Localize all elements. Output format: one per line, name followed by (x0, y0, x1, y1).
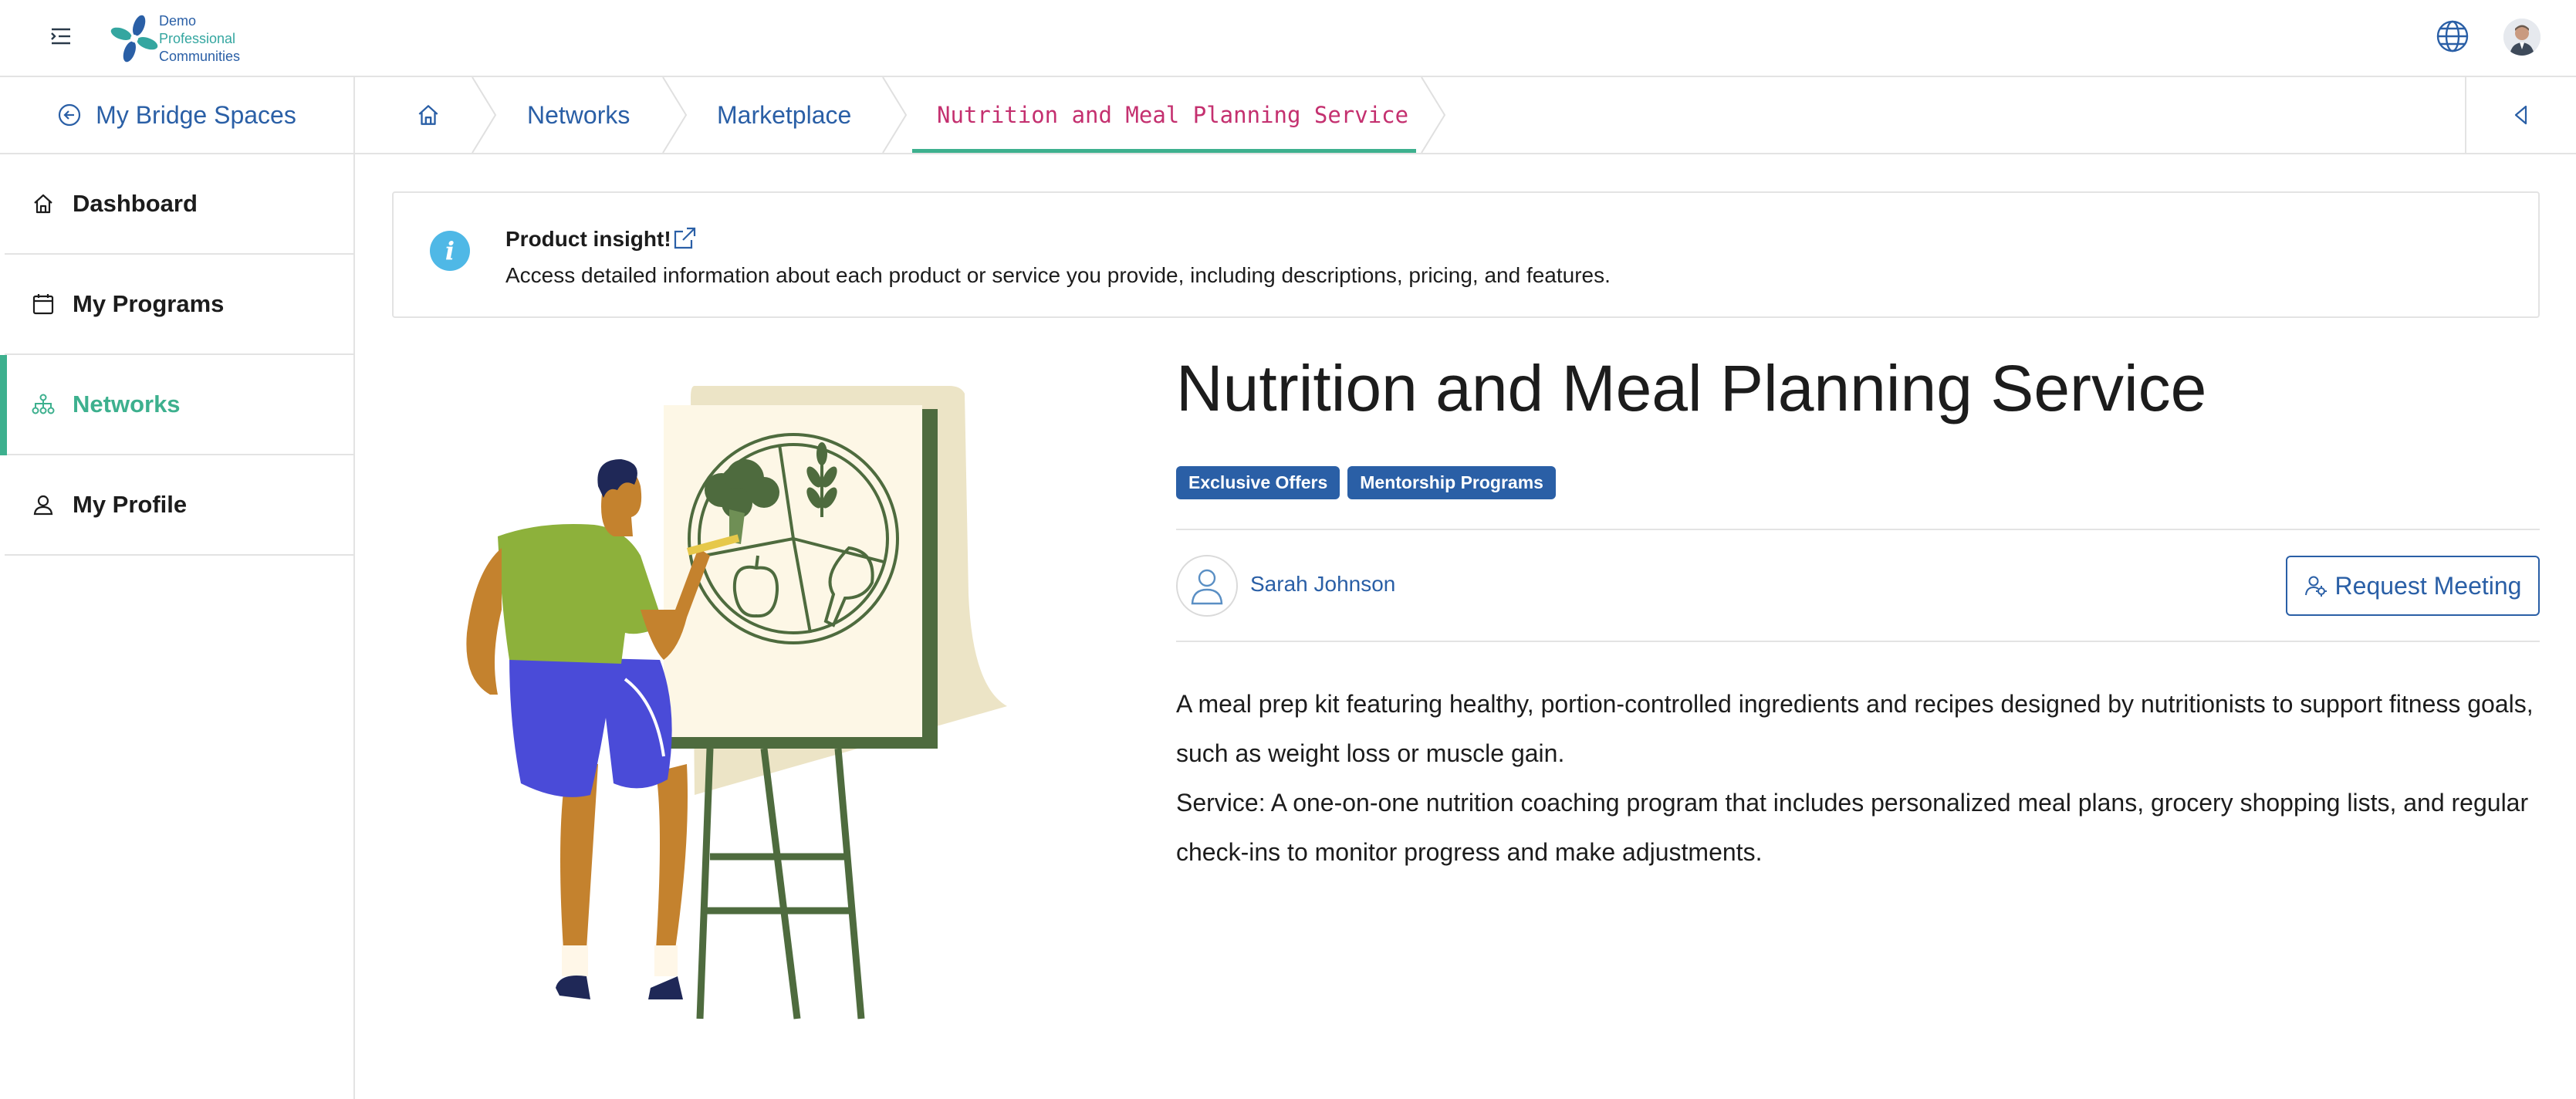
user-icon (1191, 569, 1223, 605)
sidebar-item-my-profile[interactable]: My Profile (5, 455, 353, 556)
description-paragraph: Service: A one-on-one nutrition coaching… (1176, 789, 2529, 866)
sidebar-item-dashboard[interactable]: Dashboard (5, 154, 353, 255)
collapse-panel-button[interactable] (2465, 77, 2576, 153)
home-icon (34, 194, 52, 214)
logo-text: Demo Professional Communities (159, 12, 240, 66)
owner-avatar[interactable] (1176, 555, 1238, 617)
info-icon: i (430, 231, 470, 271)
sidebar-item-label: My Programs (73, 290, 225, 317)
divider (1176, 529, 2540, 530)
owner-name-link[interactable]: Sarah Johnson (1250, 572, 1395, 597)
sidebar-item-label: Networks (73, 391, 181, 418)
tag-badge[interactable]: Mentorship Programs (1347, 466, 1556, 499)
nutrition-planning-illustration (466, 386, 1007, 1020)
breadcrumb-marketplace[interactable]: Marketplace (717, 77, 851, 153)
user-icon (33, 495, 53, 516)
external-link-icon[interactable] (671, 225, 698, 252)
request-meeting-label: Request Meeting (2334, 571, 2522, 600)
menu-toggle-icon[interactable] (48, 23, 74, 49)
insight-title: Product insight! (505, 227, 671, 251)
top-bar: Demo Professional Communities (0, 0, 2576, 77)
breadcrumb-separator-icon (472, 77, 497, 153)
breadcrumb-active-underline (912, 149, 1416, 153)
divider (1176, 641, 2540, 642)
breadcrumb-separator-icon (882, 77, 908, 153)
breadcrumb-separator-icon (662, 77, 688, 153)
product-title: Nutrition and Meal Planning Service (1176, 352, 2207, 424)
product-insight-banner: i Product insight! Access detailed infor… (392, 191, 2540, 318)
logo-line-1: Demo (159, 13, 197, 29)
user-settings-icon (2304, 576, 2327, 597)
logo-line-2: Professional (159, 31, 236, 46)
back-link-label: My Bridge Spaces (96, 100, 296, 129)
sidebar-item-label: Dashboard (73, 190, 198, 217)
sidebar: My Bridge Spaces Dashboard My Programs N… (0, 77, 355, 1099)
sidebar-item-label: My Profile (73, 491, 188, 518)
calendar-icon (32, 294, 54, 315)
sidebar-item-my-programs[interactable]: My Programs (5, 255, 353, 355)
tag-badge[interactable]: Exclusive Offers (1176, 466, 1340, 499)
user-avatar[interactable] (2503, 19, 2541, 56)
request-meeting-button[interactable]: Request Meeting (2286, 556, 2540, 616)
breadcrumb-networks[interactable]: Networks (527, 77, 630, 153)
breadcrumb-home[interactable] (415, 77, 441, 153)
breadcrumb-separator-icon (1421, 77, 1446, 153)
description-paragraph: A meal prep kit featuring healthy, porti… (1176, 690, 2534, 767)
product-tags: Exclusive Offers Mentorship Programs (1176, 466, 1556, 499)
home-icon (418, 105, 438, 125)
arrow-left-circle-icon (59, 103, 81, 127)
insight-text: Access detailed information about each p… (505, 263, 1611, 287)
svg-text:i: i (445, 236, 455, 265)
my-bridge-spaces-link[interactable]: My Bridge Spaces (0, 77, 353, 154)
network-icon (32, 394, 55, 414)
globe-icon[interactable] (2435, 19, 2470, 54)
user-photo-icon (2503, 19, 2541, 56)
product-description: A meal prep kit featuring healthy, porti… (1176, 679, 2550, 877)
breadcrumb-current: Nutrition and Meal Planning Service (937, 102, 1409, 128)
breadcrumb: Networks Marketplace Nutrition and Meal … (355, 77, 2576, 154)
logo-line-3: Communities (159, 49, 241, 64)
caret-left-icon (2514, 105, 2527, 125)
sidebar-item-networks[interactable]: Networks (0, 355, 353, 455)
